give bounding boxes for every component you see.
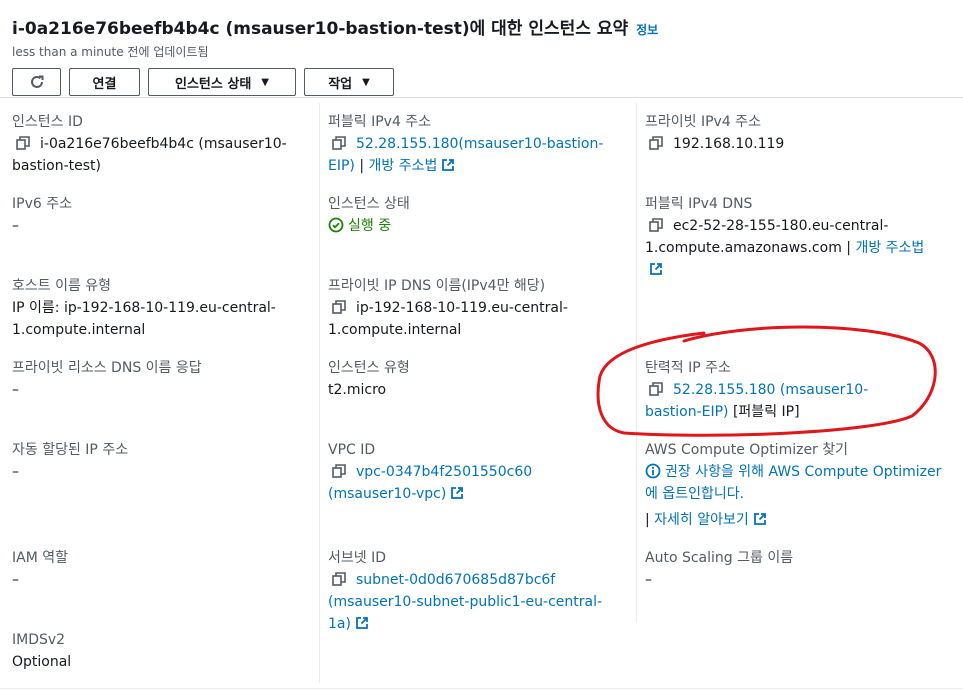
field-label: IAM 역할	[12, 550, 68, 566]
connect-button[interactable]: 연결	[69, 68, 140, 96]
field-compute-optimizer: AWS Compute Optimizer 찾기 권장 사항을 위해 AWS C…	[645, 439, 945, 531]
field-subnet-id: 서브넷 ID subnet-0d0d670685d87bc6f (msauser…	[328, 547, 623, 635]
field-elastic-ip: 탄력적 IP 주소 52.28.155.180 (msauser10-basti…	[645, 357, 915, 423]
public-dns-value: ec2-52-28-155-180.eu-central-1.compute.a…	[645, 218, 889, 256]
external-link-icon	[753, 513, 766, 525]
field-label: 프라이빗 리소스 DNS 이름 응답	[12, 360, 202, 376]
caret-down-icon: ▼	[261, 76, 269, 88]
field-label: 프라이빗 IP DNS 이름(IPv4만 해당)	[328, 278, 546, 294]
refresh-icon	[30, 75, 43, 88]
refresh-button[interactable]	[12, 68, 61, 96]
info-link[interactable]: 정보	[636, 21, 658, 38]
instance-id-value: i-0a216e76beefb4b4c (msauser10-bastion-t…	[12, 136, 287, 174]
ipv6-value: –	[12, 218, 19, 234]
column-separator	[636, 103, 637, 623]
field-label: VPC ID	[328, 442, 376, 458]
external-link-icon	[451, 487, 464, 499]
copy-icon[interactable]	[332, 136, 346, 150]
iam-role-value: –	[12, 572, 19, 588]
open-address-link[interactable]: 개방 주소법	[855, 240, 924, 256]
field-iam-role: IAM 역할 –	[12, 547, 307, 591]
check-circle-icon	[328, 217, 344, 233]
field-label: IPv6 주소	[12, 196, 72, 212]
field-private-resource-dns: 프라이빗 리소스 DNS 이름 응답 –	[12, 357, 307, 401]
field-auto-assigned-ip: 자동 할당된 IP 주소 –	[12, 439, 307, 483]
private-dns-value: ip-192-168-10-119.eu-central-1.compute.i…	[328, 300, 568, 338]
instance-type-value: t2.micro	[328, 382, 387, 398]
separator-pipe: |	[846, 240, 851, 256]
field-label: 퍼블릭 IPv4 주소	[328, 114, 432, 130]
external-link-icon	[650, 263, 662, 275]
field-ipv6: IPv6 주소 –	[12, 193, 307, 237]
field-private-ipv4: 프라이빗 IPv4 주소 192.168.10.119	[645, 111, 940, 155]
learn-more-link[interactable]: 자세히 알아보기	[654, 512, 749, 528]
copy-icon[interactable]	[332, 300, 346, 314]
elastic-ip-suffix: [퍼블릭 IP]	[732, 404, 800, 420]
copy-icon[interactable]	[332, 572, 346, 586]
field-label: 인스턴스 유형	[328, 360, 410, 376]
field-label: IMDSv2	[12, 632, 66, 648]
field-instance-type: 인스턴스 유형 t2.micro	[328, 357, 623, 401]
field-label: 호스트 이름 유형	[12, 278, 112, 294]
page-header: i-0a216e76beefb4b4c (msauser10-bastion-t…	[12, 14, 963, 96]
subnet-id-link[interactable]: subnet-0d0d670685d87bc6f (msauser10-subn…	[328, 572, 602, 632]
field-vpc-id: VPC ID vpc-0347b4f2501550c60 (msauser10-…	[328, 439, 613, 505]
caret-down-icon: ▼	[362, 76, 370, 88]
instance-state-value: 실행 중	[348, 218, 392, 234]
external-link-icon	[356, 617, 368, 629]
actions-dropdown[interactable]: 작업 ▼	[304, 68, 394, 96]
info-circle-icon	[645, 463, 661, 479]
separator-pipe: |	[359, 158, 365, 174]
copy-icon[interactable]	[16, 136, 30, 150]
field-label: 프라이빗 IPv4 주소	[645, 114, 761, 130]
field-label: 자동 할당된 IP 주소	[12, 442, 129, 458]
field-autoscaling-group: Auto Scaling 그룹 이름 –	[645, 547, 940, 591]
field-imdsv2: IMDSv2 Optional	[12, 629, 307, 673]
field-public-ipv4: 퍼블릭 IPv4 주소 52.28.155.180(msauser10-bast…	[328, 111, 623, 177]
actions-label: 작업	[328, 76, 353, 92]
field-label: 퍼블릭 IPv4 DNS	[645, 196, 753, 212]
page-title: i-0a216e76beefb4b4c (msauser10-bastion-t…	[12, 19, 629, 39]
field-instance-id: 인스턴스 ID i-0a216e76beefb4b4c (msauser10-b…	[12, 111, 307, 177]
column-separator	[319, 103, 320, 683]
field-label: 인스턴스 ID	[12, 114, 83, 130]
private-resource-dns-value: –	[12, 382, 19, 398]
field-label: 인스턴스 상태	[328, 196, 410, 212]
copy-icon[interactable]	[332, 464, 346, 478]
last-updated: less than a minute 전에 업데이트됨	[12, 45, 209, 59]
instance-state-label: 인스턴스 상태	[175, 76, 252, 92]
separator-pipe: |	[645, 512, 650, 528]
field-instance-state: 인스턴스 상태 실행 중	[328, 193, 623, 237]
vpc-id-link[interactable]: vpc-0347b4f2501550c60 (msauser10-vpc)	[328, 464, 532, 502]
open-address-link[interactable]: 개방 주소법	[369, 158, 438, 174]
toolbar: 연결 인스턴스 상태 ▼ 작업 ▼	[12, 68, 963, 96]
field-label: AWS Compute Optimizer 찾기	[645, 442, 849, 458]
hostname-type-value: IP 이름: ip-192-168-10-119.eu-central-1.co…	[12, 300, 276, 338]
field-private-dns: 프라이빗 IP DNS 이름(IPv4만 해당) ip-192-168-10-1…	[328, 275, 623, 341]
imdsv2-value: Optional	[12, 654, 72, 670]
panel-bottom-border	[0, 688, 963, 689]
instance-state-dropdown[interactable]: 인스턴스 상태 ▼	[148, 68, 296, 96]
auto-assigned-ip-value: –	[12, 464, 19, 480]
copy-icon[interactable]	[649, 382, 663, 396]
autoscaling-value: –	[645, 572, 652, 588]
header-divider	[0, 97, 963, 98]
field-hostname-type: 호스트 이름 유형 IP 이름: ip-192-168-10-119.eu-ce…	[12, 275, 307, 341]
optimizer-opt-in-link[interactable]: 권장 사항을 위해 AWS Compute Optimizer에 옵트인합니다.	[645, 464, 941, 502]
field-public-dns: 퍼블릭 IPv4 DNS ec2-52-28-155-180.eu-centra…	[645, 193, 940, 281]
copy-icon[interactable]	[649, 136, 663, 150]
private-ipv4-value: 192.168.10.119	[673, 136, 785, 152]
field-label: 서브넷 ID	[328, 550, 386, 566]
field-label: Auto Scaling 그룹 이름	[645, 550, 794, 566]
external-link-icon	[442, 159, 455, 171]
field-label: 탄력적 IP 주소	[645, 360, 731, 376]
copy-icon[interactable]	[649, 218, 663, 232]
